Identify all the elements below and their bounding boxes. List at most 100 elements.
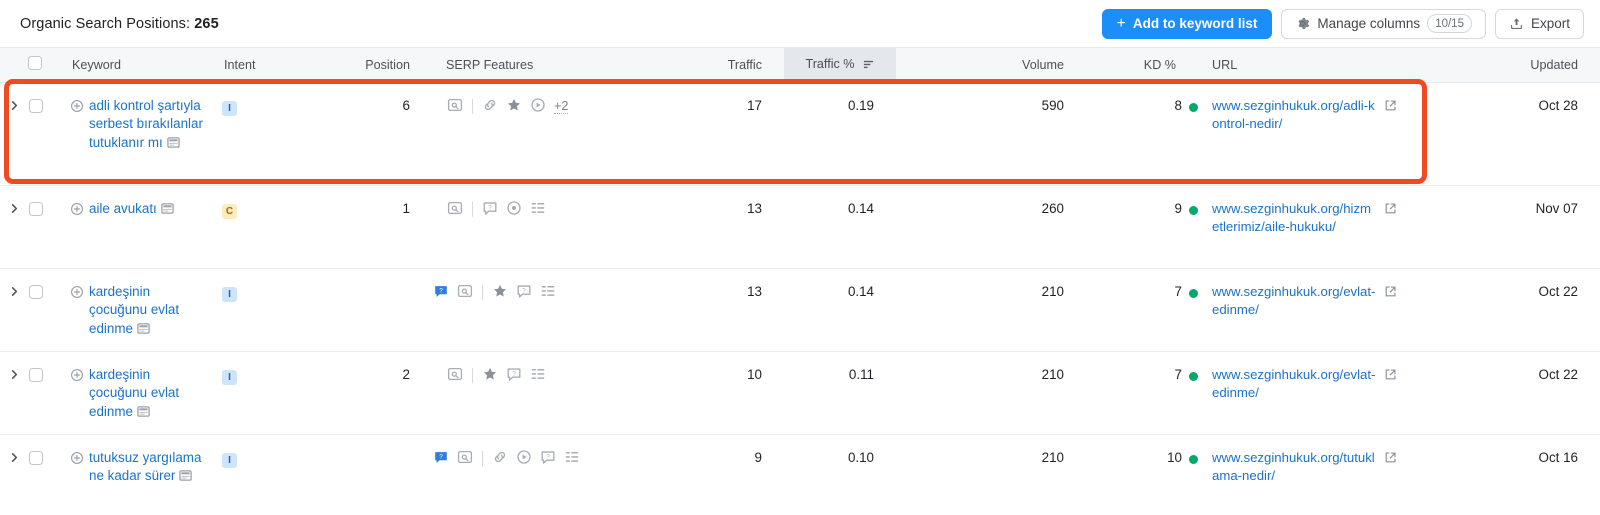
row-select-cell[interactable] [28,268,58,352]
add-circle-icon[interactable] [70,285,84,302]
url-link[interactable]: www.sezginhukuk.org/adli-kontrol-nedir/ [1212,97,1378,134]
link-icon[interactable] [482,97,498,116]
serp-preview-icon[interactable] [447,366,463,385]
sitelinks-icon[interactable] [564,449,580,468]
row-select-cell[interactable] [28,185,58,269]
row-expand-cell[interactable] [0,82,28,186]
serp-more-features[interactable]: +2 [554,99,569,114]
add-to-keyword-list-button[interactable]: + Add to keyword list [1101,8,1273,39]
row-select-cell[interactable] [28,351,58,435]
intent-badge[interactable]: I [222,101,237,116]
serp-preview-icon[interactable] [457,283,473,302]
row-checkbox[interactable] [29,450,43,465]
chevron-right-icon[interactable] [9,368,20,383]
header-position[interactable]: Position [320,48,432,83]
keyword-link[interactable]: kardeşinin [89,284,150,299]
url-link[interactable]: www.sezginhukuk.org/evlat-edinme/ [1212,366,1378,403]
keyword-link[interactable]: aile [89,201,110,216]
sitelinks-icon[interactable] [530,366,546,385]
table-row[interactable]: tutuksuz yargılama ne kadar sürer I ?? 9… [0,434,1600,515]
faq-icon[interactable]: ? [540,449,556,468]
export-button[interactable]: Export [1494,8,1584,39]
external-link-icon[interactable] [1384,368,1397,384]
table-row[interactable]: adli kontrol şartıyla serbest bırakılanl… [0,82,1600,186]
header-serp-features[interactable]: SERP Features [432,48,678,83]
video-play-icon[interactable] [516,449,532,468]
keyword-link[interactable]: tutuksuz [89,450,139,465]
featured-snippet-icon[interactable]: ? [433,283,449,302]
url-link[interactable]: www.sezginhukuk.org/hizmetlerimiz/aile-h… [1212,200,1378,237]
chevron-right-icon[interactable] [9,285,20,300]
chevron-right-icon[interactable] [9,202,20,217]
row-checkbox[interactable] [29,284,43,299]
add-circle-icon[interactable] [70,451,84,468]
keyword-serp-preview-icon[interactable] [166,136,180,152]
header-updated[interactable]: Updated [1400,48,1600,83]
keyword-link[interactable]: mı [148,135,163,150]
sitelinks-icon[interactable] [530,200,546,219]
table-row[interactable]: aile avukatı C 1 ? 13 0.14 260 9 www.sez… [0,185,1600,269]
keyword-link[interactable]: avukatı [114,201,157,216]
row-expand-cell[interactable] [0,351,28,435]
add-circle-icon[interactable] [70,202,84,219]
header-kd-percent[interactable]: KD % [1086,48,1198,83]
serp-preview-icon[interactable] [447,97,463,116]
link-icon[interactable] [492,449,508,468]
row-expand-cell[interactable] [0,268,28,352]
external-link-icon[interactable] [1384,202,1397,218]
row-select-cell[interactable] [28,82,58,186]
keyword-serp-preview-icon[interactable] [137,322,150,338]
keyword-link[interactable]: sürer [145,468,176,483]
keyword-link[interactable]: edinme [89,404,133,419]
external-link-icon[interactable] [1384,285,1397,301]
row-checkbox[interactable] [29,367,43,382]
url-link[interactable]: www.sezginhukuk.org/evlat-edinme/ [1212,283,1378,320]
row-expand-cell[interactable] [0,185,28,269]
intent-badge[interactable]: I [222,370,237,385]
star-icon[interactable] [506,97,522,116]
faq-icon[interactable]: ? [516,283,532,302]
faq-icon[interactable]: ? [482,200,498,219]
keyword-serp-preview-icon[interactable] [179,469,193,485]
keyword-link[interactable]: kontrol [114,98,154,113]
keyword-link[interactable]: çocuğunu [89,302,147,317]
intent-badge[interactable]: I [222,287,237,302]
chevron-right-icon[interactable] [9,451,20,466]
star-icon[interactable] [482,366,498,385]
table-row[interactable]: kardeşinin çocuğunu evlat edinme I 2 ? 1… [0,351,1600,435]
intent-badge[interactable]: C [222,204,237,219]
table-row[interactable]: kardeşinin çocuğunu evlat edinme I ?? 13… [0,268,1600,352]
sitelinks-icon[interactable] [540,283,556,302]
keyword-link[interactable]: şartıyla [158,98,201,113]
header-keyword[interactable]: Keyword [58,48,210,83]
keyword-link[interactable]: çocuğunu [89,385,147,400]
video-play-icon[interactable] [530,97,546,116]
local-pack-icon[interactable] [506,200,522,219]
intent-badge[interactable]: I [222,453,237,468]
row-checkbox[interactable] [29,201,43,216]
row-select-cell[interactable] [28,434,58,515]
keyword-link[interactable]: bırakılanlar [137,116,203,131]
keyword-link[interactable]: tutuklanır [89,135,144,150]
star-icon[interactable] [492,283,508,302]
keyword-link[interactable]: kardeşinin [89,367,150,382]
keyword-link[interactable]: ne [89,468,104,483]
add-circle-icon[interactable] [70,368,84,385]
keyword-link[interactable]: edinme [89,321,133,336]
header-traffic-percent[interactable]: Traffic % [784,48,896,83]
select-all-checkbox[interactable] [28,56,42,71]
keyword-link[interactable]: serbest [89,116,133,131]
manage-columns-button[interactable]: Manage columns 10/15 [1281,8,1486,39]
header-intent[interactable]: Intent [210,48,320,83]
url-link[interactable]: www.sezginhukuk.org/tutuklama-nedir/ [1212,449,1378,486]
featured-snippet-icon[interactable]: ? [433,449,449,468]
header-traffic[interactable]: Traffic [678,48,784,83]
keyword-link[interactable]: yargılama [143,450,202,465]
external-link-icon[interactable] [1384,99,1397,115]
serp-preview-icon[interactable] [457,449,473,468]
row-expand-cell[interactable] [0,434,28,515]
row-checkbox[interactable] [29,98,43,113]
keyword-link[interactable]: evlat [151,385,179,400]
external-link-icon[interactable] [1384,451,1397,467]
header-volume[interactable]: Volume [896,48,1086,83]
